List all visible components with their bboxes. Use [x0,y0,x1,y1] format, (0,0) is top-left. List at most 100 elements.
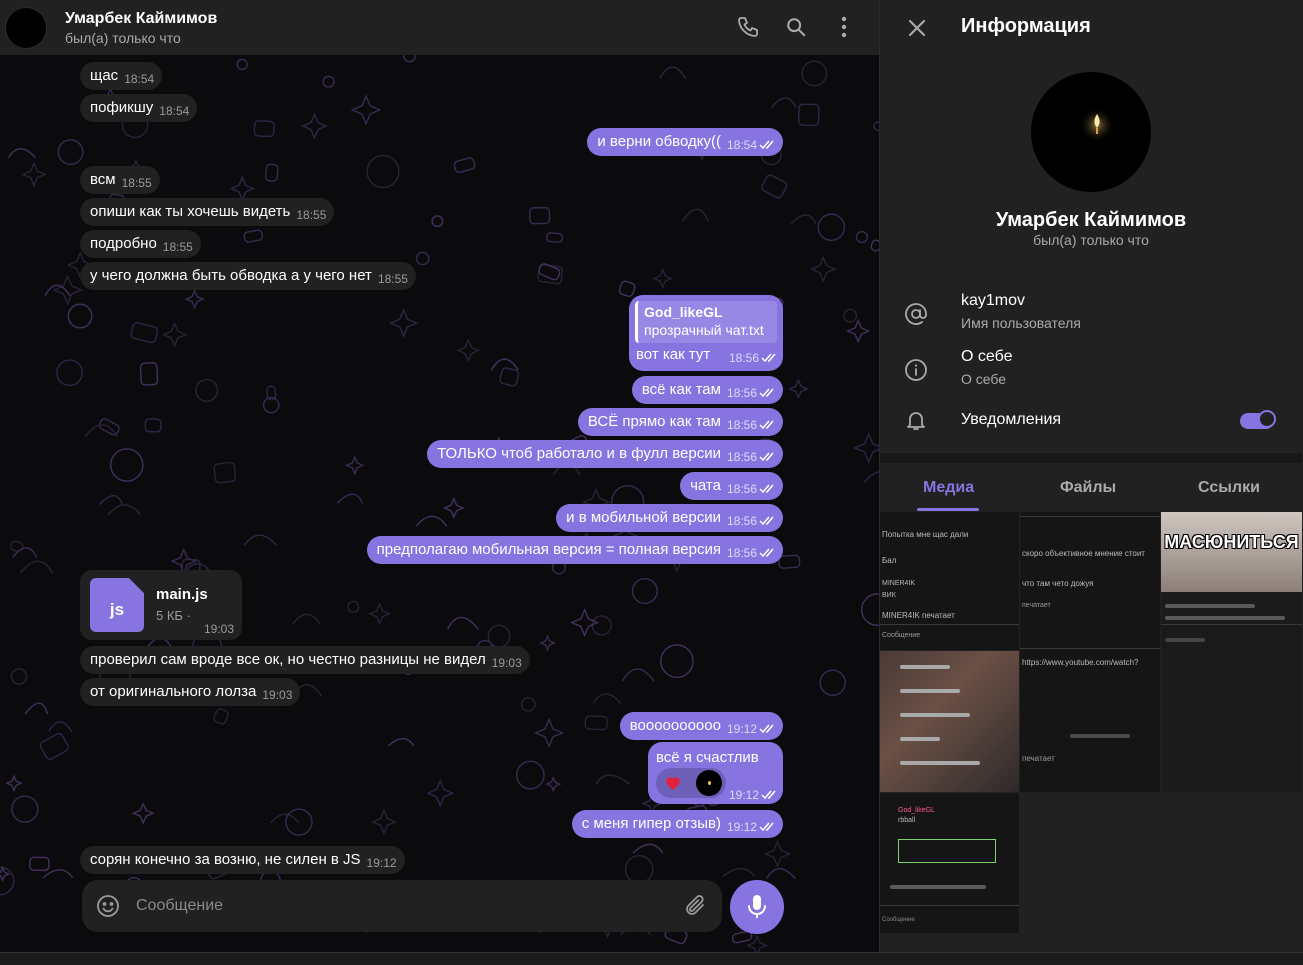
message-out[interactable]: и верни обводку((18:54 [587,128,783,156]
message-in[interactable]: сорян конечно за возню, не силен в JS 19:… [80,846,405,874]
message-in[interactable]: опиши как ты хочешь видеть 18:55 [80,198,335,226]
thumb-text: rbball [898,817,916,824]
wallpaper-doodle [431,215,444,228]
wallpaper-doodle [763,839,792,868]
message-out[interactable]: всё как там 18:56 [631,376,783,404]
wallpaper-doodle [819,669,846,696]
profile-avatar[interactable] [1031,72,1151,192]
message-in[interactable]: всм 18:55 [80,166,160,194]
message-in[interactable]: пофикшу 18:54 [80,94,198,122]
tab-media[interactable]: Медиа [923,479,974,497]
message-out-with-reply[interactable]: God_likeGL прозрачный чат.txt вот как ту… [629,295,783,371]
more-menu-button[interactable] [831,14,857,40]
tab-files[interactable]: Файлы [1060,479,1116,497]
wallpaper-doodle [48,721,73,732]
wallpaper-doodle [761,174,788,199]
wallpaper-doodle [499,367,520,387]
message-in[interactable]: от оригинального лолза 19:03 [80,678,301,706]
reactions-bar[interactable] [656,768,726,798]
notifications-row[interactable]: Уведомления [880,408,1302,458]
meme-caption: МАСЮНИТЬСЯ [1164,532,1299,552]
voice-record-button[interactable] [730,880,784,934]
message-out[interactable]: ВСЁ прямо как там 18:56 [577,408,783,436]
thumb-text: что там чето дожуя [1022,579,1094,588]
smiley-icon [97,895,119,917]
media-thumbnail[interactable]: МАСЮНИТЬСЯ [1161,512,1302,792]
bottom-scrollbar[interactable] [0,952,1303,965]
attach-button[interactable] [684,893,708,924]
reply-text: прозрачный чат.txt [644,322,764,338]
read-check-icon [759,140,774,150]
thumb-text: Сообщение [882,632,921,639]
close-button[interactable] [904,15,930,41]
chat-header[interactable]: Умарбек Каймимов был(а) только что [0,0,879,55]
message-out[interactable]: с меня гипер отзыв) 19:12 [571,810,783,838]
message-out[interactable]: ТОЛЬКО чтоб работало и в фулл версии 18:5… [427,440,783,468]
wallpaper-doodle [347,600,360,613]
notifications-toggle[interactable] [1240,410,1276,429]
info-panel: Информация Умарбек Каймимов был(а) тольк… [879,0,1303,952]
message-time: 18:56 [728,351,759,365]
wallpaper-doodle [660,644,694,679]
message-text: предполагаю мобильная версия = полная ве… [376,541,721,558]
reply-preview[interactable]: God_likeGL прозрачный чат.txt [635,301,777,343]
wallpaper-doodle [57,139,84,166]
wallpaper-doodle [0,866,15,896]
message-text: от оригинального лолза [90,683,257,700]
heart-icon[interactable] [664,774,682,791]
wallpaper-doodle [843,308,858,323]
thumb-text: Сообщение [882,917,915,923]
wallpaper-doodle [659,66,687,79]
emoji-button[interactable] [96,894,120,923]
wallpaper-doodle [29,856,50,872]
file-message[interactable]: js main.js 5 КБ · 19:03 [80,570,242,640]
wallpaper-doodle [446,616,479,630]
media-thumbnail[interactable]: скоро объективное мнение стоит что там ч… [1020,512,1160,792]
message-composer[interactable] [82,880,722,932]
message-input[interactable] [136,892,676,920]
message-out[interactable]: предполагаю мобильная версия = полная ве… [366,536,783,564]
message-in[interactable]: проверил сам вроде все ок, но честно раз… [80,646,530,674]
bio-value: О себе [961,348,1013,365]
wallpaper-doodle [236,58,248,71]
username-value: kay1mov [961,292,1026,309]
wallpaper-doodle [595,774,631,785]
wallpaper-doodle [533,717,565,748]
message-time: 18:54 [124,72,155,86]
message-in[interactable]: щас 18:54 [80,62,163,90]
username-row[interactable]: kay1mov Имя пользователя [880,290,1302,340]
message-in[interactable]: подробно 18:55 [80,230,201,258]
wallpaper-doodle [12,547,38,558]
wallpaper-doodle [853,432,879,464]
media-thumbnail[interactable]: God_likeGL rbball Сообщение [880,793,1019,933]
message-in[interactable]: у чего должна быть обводка а у чего нет 1… [80,262,416,290]
message-out[interactable]: чата 18:56 [680,472,783,500]
message-out[interactable]: и в мобильной версии 18:56 [556,504,783,532]
wallpaper-doodle [790,214,817,225]
wallpaper-doodle [44,284,71,297]
reactor-avatar[interactable] [696,770,722,796]
wallpaper-doodle [545,775,562,793]
phone-call-button[interactable] [735,14,761,40]
tab-links[interactable]: Ссылки [1198,479,1260,497]
wallpaper-doodle [213,708,229,725]
message-out-with-reactions[interactable]: всё я счастлив 19:12 [648,742,783,804]
chat-title[interactable]: Умарбек Каймимов [65,9,217,29]
wallpaper-doodle [67,303,93,329]
message-time: 19:03 [262,688,293,702]
bio-row[interactable]: О себе О себе [880,346,1302,396]
wallpaper-doodle [195,378,219,402]
message-out[interactable]: воооооооооо 19:12 [619,712,783,740]
message-time: 19:12 [728,788,759,802]
wallpaper-doodle [520,697,536,712]
media-thumbnail[interactable]: Попытка мне щас дали Бал MINER4IK ВИК MI… [880,512,1019,650]
search-button[interactable] [783,14,809,40]
avatar[interactable] [5,6,47,49]
message-time: 18:56 [726,514,757,528]
at-sign-icon [902,300,930,328]
wallpaper-doodle [545,232,564,243]
media-thumbnail[interactable] [880,651,1019,792]
message-text: у чего должна быть обводка а у чего нет [90,267,372,284]
media-grid: Попытка мне щас дали Бал MINER4IK ВИК MI… [880,512,1302,933]
file-js-icon[interactable]: js [90,578,144,632]
